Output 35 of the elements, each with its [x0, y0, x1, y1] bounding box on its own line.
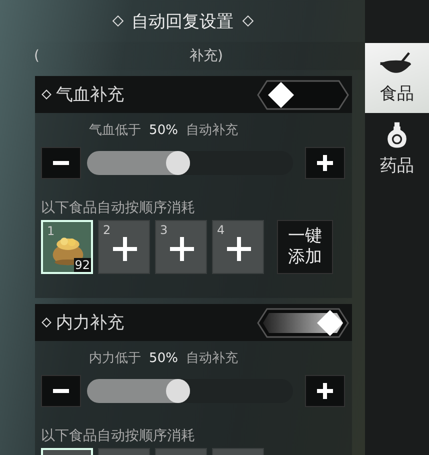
items-label: 以下食品自动按顺序消耗 [41, 199, 196, 217]
increase-button[interactable] [305, 375, 345, 407]
slot-number: 3 [160, 223, 168, 237]
note-text: 补充) [189, 47, 223, 65]
plus-icon [227, 237, 251, 261]
section-title: 内力补充 [56, 312, 125, 334]
category-tab[interactable]: 药品 [365, 113, 429, 183]
slider-thumb[interactable] [166, 151, 190, 175]
plus-icon [113, 237, 137, 261]
dialog-title: 自动回复设置 [132, 10, 234, 32]
slot-number: 1 [47, 224, 55, 238]
slot-number: 2 [103, 223, 111, 237]
slider-thumb[interactable] [166, 379, 190, 403]
increase-button[interactable] [305, 147, 345, 179]
slider-track[interactable] [87, 151, 293, 175]
item-slot[interactable]: 2 [98, 220, 150, 274]
toggle-switch[interactable] [257, 308, 349, 338]
threshold-text: 气血低于 50% 自动补充 [88, 122, 240, 139]
threshold-text: 内力低于 50% 自动补充 [88, 350, 240, 367]
category-tab[interactable]: 食品 [365, 43, 429, 113]
item-slot[interactable]: 3 [155, 220, 207, 274]
note-text: ( [34, 48, 40, 64]
decrease-button[interactable] [41, 147, 81, 179]
add-all-button[interactable]: 一键添加 [277, 220, 333, 274]
toggle-switch[interactable] [257, 80, 349, 110]
decrease-button[interactable] [41, 375, 81, 407]
items-label: 以下食品自动按顺序消耗 [41, 427, 196, 445]
item-count: 92 [74, 258, 91, 272]
slot-number: 4 [217, 223, 225, 237]
section-title: 气血补充 [56, 84, 125, 106]
item-slot[interactable]: 1 92 [41, 220, 93, 274]
plus-icon [170, 237, 194, 261]
slider-track[interactable] [87, 379, 293, 403]
item-slot[interactable]: 4 [212, 220, 264, 274]
bottle-icon [386, 120, 408, 150]
